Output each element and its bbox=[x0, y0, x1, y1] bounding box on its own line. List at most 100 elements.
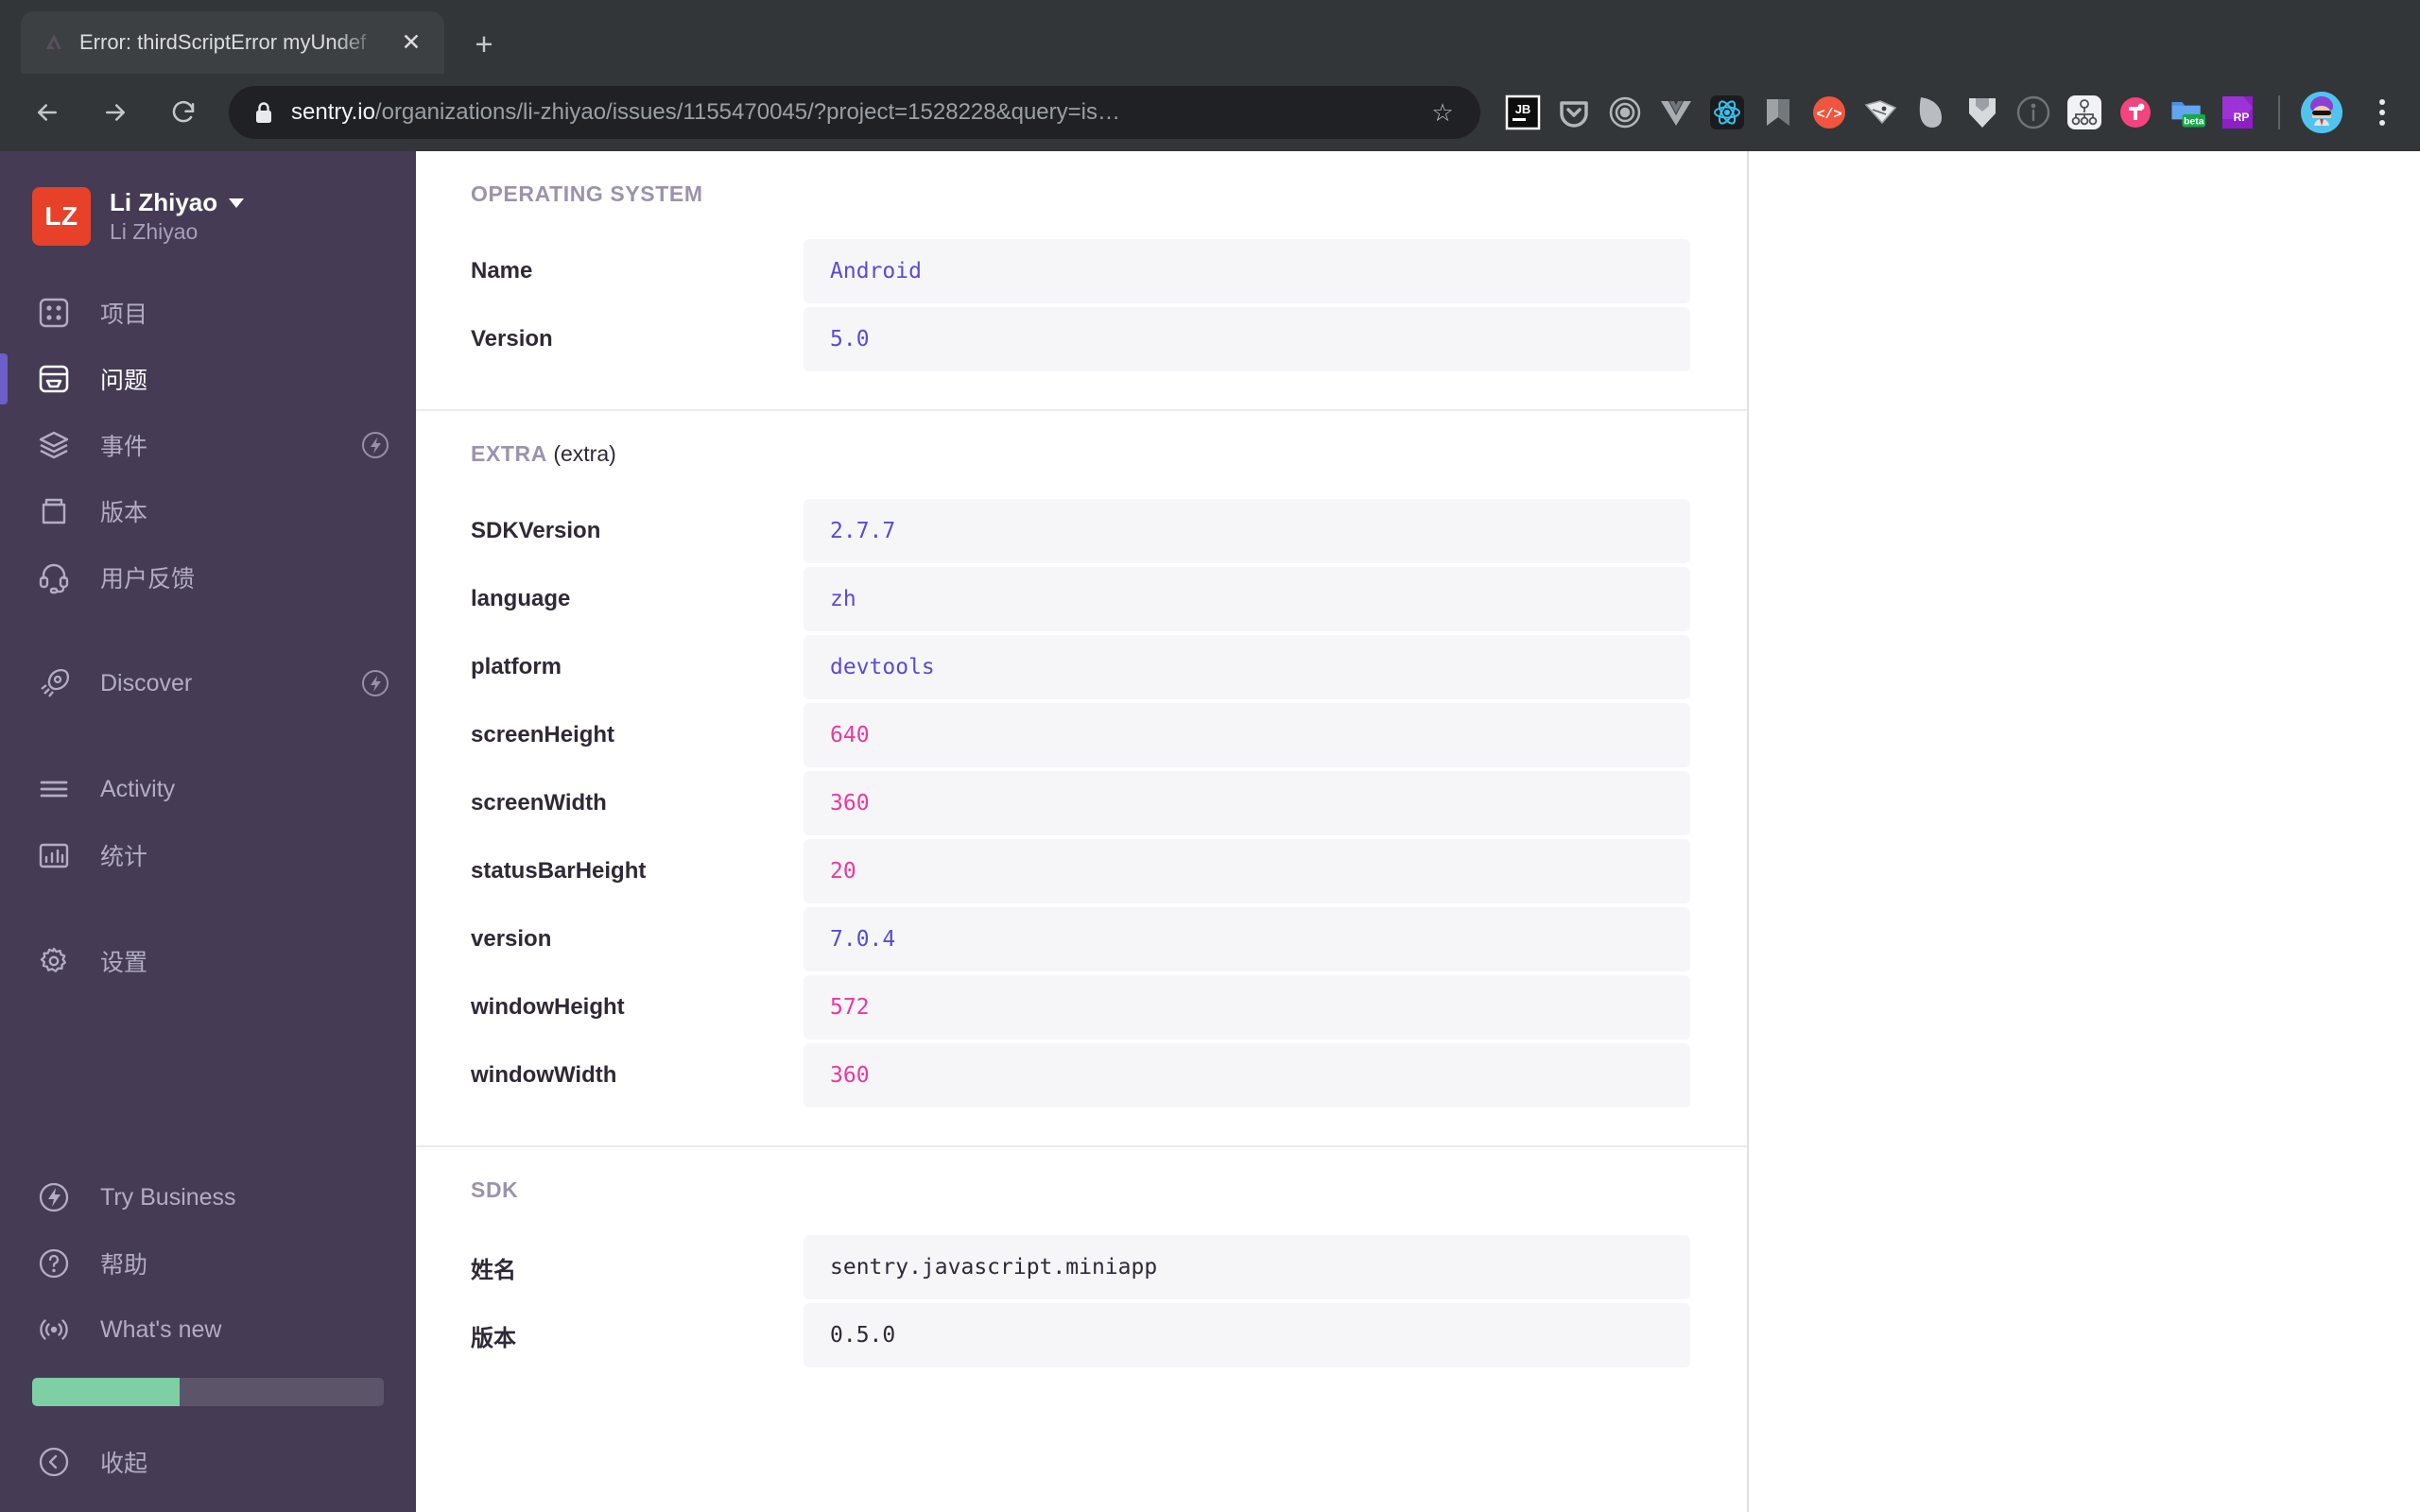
row-value[interactable]: 20 bbox=[804, 839, 1690, 903]
broadcast-icon bbox=[32, 1308, 76, 1351]
org-switcher[interactable]: LZ Li Zhiyao Li Zhiyao bbox=[0, 178, 416, 255]
sidebar-item-try-business[interactable]: Try Business bbox=[0, 1164, 416, 1230]
row-key: SDKVersion bbox=[471, 518, 601, 543]
headset-icon bbox=[32, 556, 76, 599]
sidebar-collapse-button[interactable]: 收起 bbox=[0, 1429, 416, 1495]
row-key: windowWidth bbox=[471, 1062, 617, 1088]
shield-extension-icon[interactable] bbox=[1962, 93, 2002, 132]
jetbrains-toolbox-extension-icon[interactable]: JB bbox=[1503, 93, 1543, 132]
circle-target-extension-icon[interactable] bbox=[1605, 93, 1645, 132]
user-avatar[interactable] bbox=[2301, 92, 2342, 133]
chevron-down-icon[interactable] bbox=[229, 198, 245, 208]
event-context-panel: OPERATING SYSTEM Name Android Version 5.0 EXT… bbox=[416, 151, 1749, 1512]
sidebar-collapse-label: 收起 bbox=[100, 1451, 148, 1477]
sidebar-item-settings-label: 设置 bbox=[100, 950, 148, 976]
pocket-extension-icon[interactable] bbox=[1554, 93, 1594, 132]
rp-purple-extension-icon[interactable]: RP bbox=[2218, 93, 2257, 132]
svg-text:</>: </> bbox=[1816, 107, 1841, 123]
row-value[interactable]: 640 bbox=[804, 703, 1690, 767]
toolbar-divider bbox=[2278, 95, 2280, 129]
question-icon bbox=[32, 1242, 76, 1285]
sidebar-tertiary-nav: Activity 统计 bbox=[0, 756, 416, 888]
chevron-left-circle-icon bbox=[32, 1440, 76, 1484]
sidebar-item-stats[interactable]: 统计 bbox=[0, 822, 416, 888]
url-text: sentry.io/organizations/li-zhiyao/issues… bbox=[291, 99, 1412, 126]
row-key: 版本 bbox=[471, 1325, 516, 1351]
grid-icon bbox=[32, 291, 76, 335]
main-content: OPERATING SYSTEM Name Android Version 5.0 EXT… bbox=[416, 151, 2420, 1512]
tab-close-icon[interactable]: ✕ bbox=[393, 25, 429, 60]
row-key: screenHeight bbox=[471, 722, 615, 747]
row-value[interactable]: 360 bbox=[804, 771, 1690, 835]
row-value[interactable]: zh bbox=[804, 567, 1690, 631]
sidebar-item-discover-label: Discover bbox=[100, 669, 193, 696]
sidebar-item-help[interactable]: 帮助 bbox=[0, 1230, 416, 1297]
row-value[interactable]: Android bbox=[804, 239, 1690, 303]
row-key: 姓名 bbox=[471, 1257, 516, 1283]
new-tab-button[interactable]: + bbox=[458, 17, 510, 70]
sentry-favicon-icon bbox=[42, 30, 66, 55]
section-heading-main: SDK bbox=[471, 1177, 519, 1202]
bolt-circle-icon bbox=[32, 1176, 76, 1219]
sitemap-extension-icon[interactable] bbox=[2065, 93, 2104, 132]
sidebar-item-help-label: 帮助 bbox=[100, 1252, 148, 1279]
sidebar-item-activity[interactable]: Activity bbox=[0, 756, 416, 822]
usage-progress-bar[interactable] bbox=[32, 1378, 384, 1406]
row-value-text: 640 bbox=[830, 723, 870, 747]
sidebar-item-projects[interactable]: 项目 bbox=[0, 280, 416, 346]
sidebar-item-user-feedback[interactable]: 用户反馈 bbox=[0, 544, 416, 610]
react-devtools-extension-icon[interactable] bbox=[1707, 93, 1747, 132]
bookmark-star-icon[interactable]: ☆ bbox=[1422, 92, 1463, 133]
row-value-text: 572 bbox=[830, 995, 870, 1020]
row-value[interactable]: 5.0 bbox=[804, 307, 1690, 371]
pink-tool-extension-icon[interactable] bbox=[2116, 93, 2155, 132]
row-key: statusBarHeight bbox=[471, 858, 647, 884]
sidebar-item-discover[interactable]: Discover bbox=[0, 650, 416, 716]
sidebar-item-releases-label: 版本 bbox=[100, 500, 148, 526]
reload-arrow-icon[interactable] bbox=[157, 86, 210, 139]
key-value-table: SDKVersion 2.7.7 language zh platform devtool… bbox=[471, 499, 1690, 1108]
vuejs-devtools-extension-icon[interactable] bbox=[1656, 93, 1696, 132]
sidebar-item-events[interactable]: 事件 bbox=[0, 412, 416, 478]
browser-toolbar: sentry.io/organizations/li-zhiyao/issues… bbox=[0, 74, 2420, 151]
row-value[interactable]: 572 bbox=[804, 975, 1690, 1040]
gear-icon bbox=[32, 939, 76, 983]
folder-beta-extension-icon[interactable]: beta bbox=[2167, 93, 2206, 132]
sentry-sidebar: LZ Li Zhiyao Li Zhiyao 项目 问题 事件 版本 用户反馈 … bbox=[0, 151, 416, 1512]
releases-icon bbox=[32, 490, 76, 533]
sidebar-item-whats-new[interactable]: What's new bbox=[0, 1297, 416, 1363]
bookmark-arrow-extension-icon[interactable] bbox=[1758, 93, 1798, 132]
org-name-label: Li Zhiyao bbox=[110, 188, 218, 216]
row-value[interactable]: 7.0.4 bbox=[804, 907, 1690, 971]
code-snippet-extension-icon[interactable]: </> bbox=[1809, 93, 1849, 132]
row-value[interactable]: devtools bbox=[804, 635, 1690, 699]
row-value[interactable]: sentry.javascript.miniapp bbox=[804, 1235, 1690, 1299]
table-row: Version 5.0 bbox=[471, 307, 1690, 371]
sidebar-secondary-nav: Discover bbox=[0, 650, 416, 716]
discover-bolt-icon bbox=[359, 667, 391, 699]
sidebar-item-releases[interactable]: 版本 bbox=[0, 478, 416, 544]
forward-arrow-icon[interactable] bbox=[89, 86, 142, 139]
row-value[interactable]: 2.7.7 bbox=[804, 499, 1690, 563]
url-host: sentry.io bbox=[291, 99, 375, 125]
org-names: Li Zhiyao Li Zhiyao bbox=[110, 188, 245, 245]
row-value-text: Android bbox=[830, 259, 922, 284]
info-circle-extension-icon[interactable] bbox=[2014, 93, 2053, 132]
row-key: windowHeight bbox=[471, 994, 625, 1020]
svg-text:beta: beta bbox=[2184, 115, 2204, 127]
address-bar[interactable]: sentry.io/organizations/li-zhiyao/issues… bbox=[229, 86, 1480, 139]
browser-menu-icon[interactable] bbox=[2361, 92, 2403, 133]
sidebar-item-issues[interactable]: 问题 bbox=[0, 346, 416, 412]
sidebar-item-settings[interactable]: 设置 bbox=[0, 928, 416, 994]
org-subname: Li Zhiyao bbox=[110, 219, 199, 244]
row-value-text: 20 bbox=[830, 859, 856, 884]
paper-note-extension-icon[interactable] bbox=[1860, 93, 1900, 132]
back-arrow-icon[interactable] bbox=[21, 86, 74, 139]
row-value[interactable]: 360 bbox=[804, 1043, 1690, 1108]
browser-tab[interactable]: Error: thirdScriptError myUndef ✕ bbox=[21, 11, 444, 74]
row-value[interactable]: 0.5.0 bbox=[804, 1303, 1690, 1367]
row-value-text: zh bbox=[830, 587, 856, 611]
svg-text:RP: RP bbox=[2234, 111, 2250, 124]
leaf-extension-icon[interactable] bbox=[1911, 93, 1951, 132]
context-section-sdk: SDK 姓名 sentry.javascript.miniapp 版本 0.5.0 bbox=[416, 1145, 1747, 1405]
